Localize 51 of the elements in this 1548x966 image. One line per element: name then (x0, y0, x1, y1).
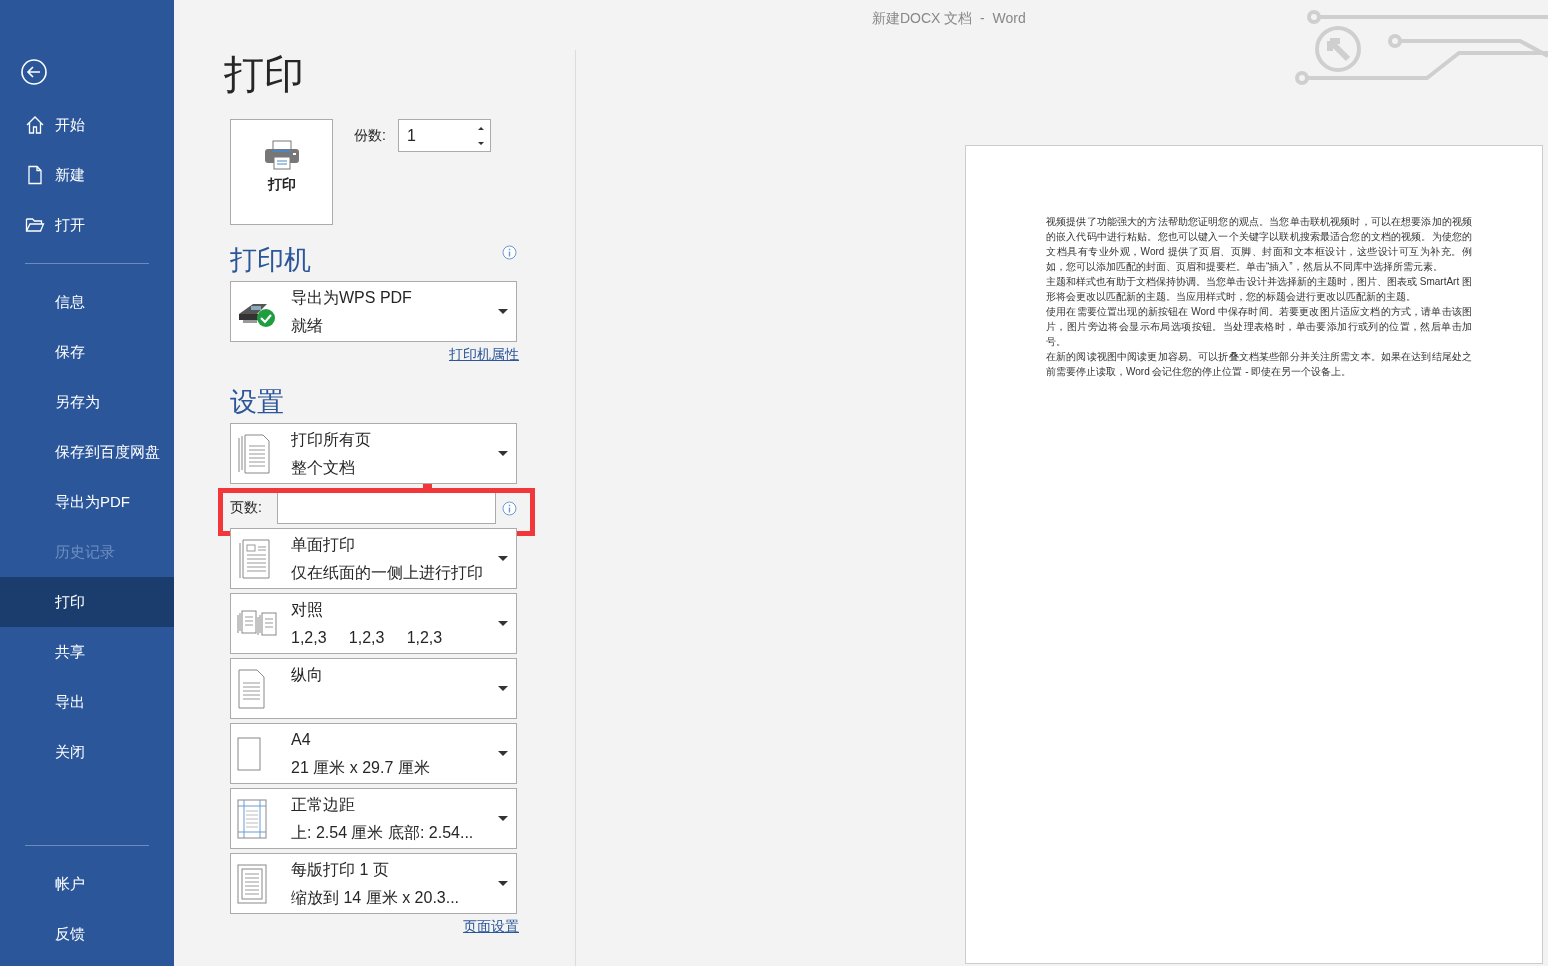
sidebar-item[interactable]: 信息 (0, 277, 174, 327)
folder-icon (25, 215, 45, 235)
document-paragraph: 使用在需要位置出现的新按钮在 Word 中保存时间。若要更改图片适应文档的方式，请单击该图片，图片旁边将会显示布局选项按钮。当处理表格时，单击要添加行或列的位置，然后单击加号。 (1046, 305, 1472, 349)
window-title: 新建DOCX 文档 - Word (872, 9, 1026, 28)
settings-dropdown[interactable]: A4 21 厘米 x 29.7 厘米 (230, 723, 517, 784)
printer-properties-link[interactable]: 打印机属性 (449, 346, 519, 364)
settings-dropdown[interactable]: 正常边距 上: 2.54 厘米 底部: 2.54... (230, 788, 517, 849)
section-heading: 设置 (230, 386, 285, 419)
page-icon (237, 538, 273, 579)
home-icon (25, 115, 45, 135)
page-title: 打印 (224, 51, 305, 98)
sidebar-item[interactable]: 打印 (0, 577, 174, 627)
page-setup-link[interactable]: 页面设置 (463, 918, 519, 936)
copies-label: 份数: (354, 127, 386, 145)
settings-dropdown[interactable]: 单面打印 仅在纸面的一侧上进行打印 (230, 528, 517, 589)
sidebar-item[interactable]: 共享 (0, 627, 174, 677)
paper-icon (237, 736, 261, 771)
sidebar-item[interactable]: 反馈 (0, 909, 174, 959)
document-icon (25, 165, 45, 185)
section-heading: 打印机 (230, 244, 311, 277)
page-per-sheet-icon (237, 863, 267, 904)
info-icon[interactable] (502, 245, 517, 260)
sidebar-item[interactable]: 帐户 (0, 859, 174, 909)
sidebar-item[interactable]: 保存 (0, 327, 174, 377)
sidebar-item[interactable]: 导出 (0, 677, 174, 727)
printer-icon (263, 140, 300, 170)
sidebar-item[interactable]: 导出为PDF (0, 477, 174, 527)
pages-input-field[interactable] (276, 492, 497, 524)
document-paragraph: 主题和样式也有助于文档保持协调。当您单击设计并选择新的主题时，图片、图表或 SmartArt 图形将会更改以匹配新的主题。当应用样式时，您的标题会进行更改以匹配新的主题。 (1046, 275, 1472, 304)
settings-dropdown[interactable]: 纵向 (230, 658, 517, 719)
copies-spinner[interactable]: 1 (397, 119, 491, 152)
sidebar-item[interactable]: 保存到百度网盘 (0, 427, 174, 477)
sidebar-item[interactable]: 另存为 (0, 377, 174, 427)
settings-dropdown[interactable]: 对照 1,2,3 1,2,3 1,2,3 (230, 593, 517, 654)
margins-icon (237, 798, 267, 839)
document-paragraph: 视频提供了功能强大的方法帮助您证明您的观点。当您单击联机视频时，可以在想要添加的视频的嵌入代码中进行粘贴。您也可以键入一个关键字以联机搜索最适合您的文档的视频。为使您的文档具有专业外观，Word 提供了页眉、页脚、封面和文本框设计，这些设计可互为补充。例如，您可以添加匹配的封面、页眉和提要栏。单击“插入”，然后从不同库中选择所需元素。 (1046, 215, 1472, 274)
pages-stack-icon (237, 433, 273, 474)
print-button[interactable]: 打印 (230, 119, 333, 225)
back-button[interactable] (20, 58, 48, 86)
pages-label: 页数: (230, 499, 263, 517)
settings-dropdown[interactable]: 每版打印 1 页 缩放到 14 厘米 x 20.3... (230, 853, 517, 914)
settings-dropdown[interactable]: 打印所有页 整个文档 (230, 423, 517, 484)
sidebar-item[interactable]: 开始 (0, 100, 174, 150)
portrait-page-icon (237, 668, 267, 709)
collated-pages-icon (237, 608, 277, 639)
document-paragraph: 在新的阅读视图中阅读更加容易。可以折叠文档某些部分并关注所需文本。如果在达到结尾处之前需要停止读取，Word 会记住您的停止位置 - 即使在另一个设备上。 (1046, 350, 1472, 379)
sidebar-item[interactable]: 打开 (0, 200, 174, 250)
printer-dropdown[interactable]: 导出为WPS PDF 就绪 (230, 281, 517, 342)
sidebar-item[interactable]: 新建 (0, 150, 174, 200)
info-icon[interactable] (502, 500, 517, 516)
sidebar-item[interactable]: 关闭 (0, 727, 174, 777)
